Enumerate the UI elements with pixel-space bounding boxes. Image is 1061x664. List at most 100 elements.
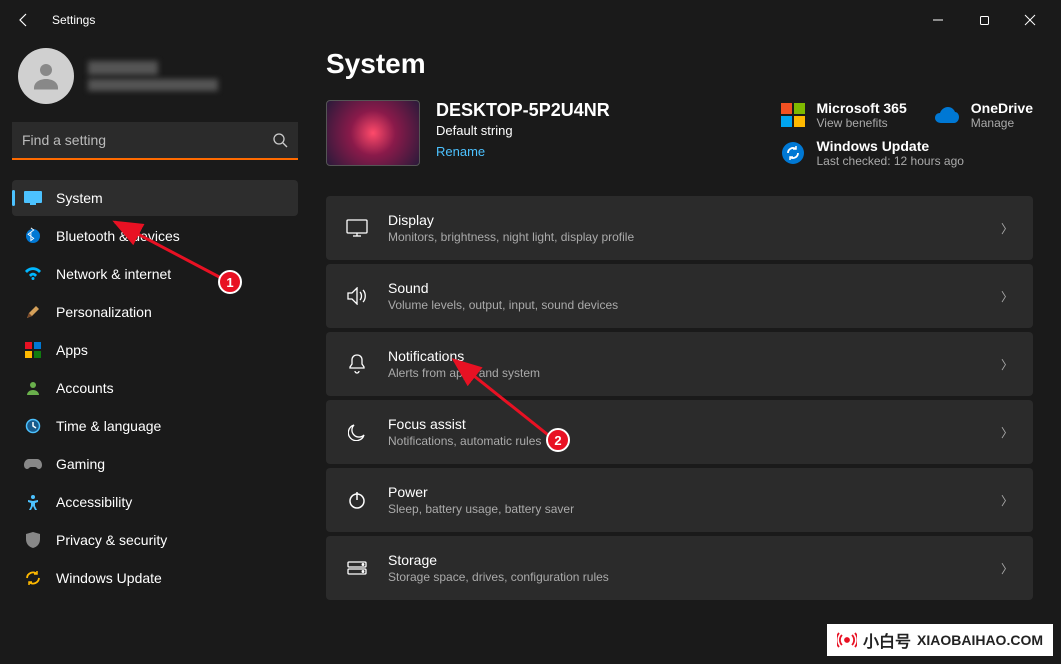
watermark-cn: 小白号 xyxy=(863,628,911,652)
device-image xyxy=(326,100,420,166)
setting-display[interactable]: Display Monitors, brightness, night light… xyxy=(326,196,1033,260)
chevron-right-icon: 〉 xyxy=(1001,356,1013,373)
shield-icon xyxy=(24,531,42,549)
search-input[interactable] xyxy=(12,122,298,160)
setting-desc: Storage space, drives, configuration rul… xyxy=(388,570,609,584)
display-icon xyxy=(346,217,368,239)
chevron-right-icon: 〉 xyxy=(1001,560,1013,577)
chevron-right-icon: 〉 xyxy=(1001,492,1013,509)
watermark-footer: 小白号 XIAOBAIHAO.COM xyxy=(827,624,1053,656)
tile-title: Microsoft 365 xyxy=(817,100,907,116)
nav-label: System xyxy=(56,190,103,206)
tile-sub: Last checked: 12 hours ago xyxy=(817,154,964,168)
setting-title: Notifications xyxy=(388,348,540,364)
back-button[interactable] xyxy=(8,4,40,36)
nav-system[interactable]: System xyxy=(12,180,298,216)
nav-network[interactable]: Network & internet xyxy=(12,256,298,292)
search-box[interactable] xyxy=(12,122,298,160)
device-name: DESKTOP-5P2U4NR xyxy=(436,100,610,121)
nav-bluetooth[interactable]: Bluetooth & devices xyxy=(12,218,298,254)
setting-notifications[interactable]: Notifications Alerts from apps and system… xyxy=(326,332,1033,396)
setting-title: Focus assist xyxy=(388,416,541,432)
nav-accessibility[interactable]: Accessibility xyxy=(12,484,298,520)
nav-list: System Bluetooth & devices Network & int… xyxy=(12,180,298,596)
nav-label: Accessibility xyxy=(56,494,132,510)
profile-section[interactable] xyxy=(12,48,298,104)
settings-list: Display Monitors, brightness, night light… xyxy=(326,196,1033,600)
nav-personalization[interactable]: Personalization xyxy=(12,294,298,330)
sync-icon xyxy=(781,141,805,165)
clock-icon xyxy=(24,417,42,435)
moon-icon xyxy=(346,421,368,443)
accessibility-icon xyxy=(24,493,42,511)
setting-title: Sound xyxy=(388,280,618,296)
page-title: System xyxy=(326,48,1033,80)
setting-title: Power xyxy=(388,484,574,500)
apps-icon xyxy=(24,341,42,359)
tile-onedrive[interactable]: OneDriveManage xyxy=(935,100,1033,130)
content-pane: System DESKTOP-5P2U4NR Default string Re… xyxy=(310,40,1061,664)
minimize-button[interactable] xyxy=(915,4,961,36)
tile-microsoft365[interactable]: Microsoft 365View benefits xyxy=(781,100,907,130)
search-icon xyxy=(272,132,288,148)
setting-title: Display xyxy=(388,212,634,228)
sidebar: System Bluetooth & devices Network & int… xyxy=(0,40,310,664)
wifi-icon xyxy=(24,265,42,283)
close-button[interactable] xyxy=(1007,4,1053,36)
chevron-right-icon: 〉 xyxy=(1001,288,1013,305)
bell-icon xyxy=(346,353,368,375)
broadcast-icon xyxy=(837,630,857,650)
watermark-en: XIAOBAIHAO.COM xyxy=(917,632,1043,648)
nav-label: Bluetooth & devices xyxy=(56,228,180,244)
setting-desc: Monitors, brightness, night light, displ… xyxy=(388,230,634,244)
nav-accounts[interactable]: Accounts xyxy=(12,370,298,406)
tile-title: Windows Update xyxy=(817,138,964,154)
power-icon xyxy=(346,489,368,511)
onedrive-icon xyxy=(935,103,959,127)
annotation-badge-1: 1 xyxy=(218,270,242,294)
tile-sub: Manage xyxy=(971,116,1033,130)
device-header: DESKTOP-5P2U4NR Default string Rename Mi… xyxy=(326,100,1033,168)
nav-label: Personalization xyxy=(56,304,152,320)
person-icon xyxy=(24,379,42,397)
sound-icon xyxy=(346,285,368,307)
nav-update[interactable]: Windows Update xyxy=(12,560,298,596)
nav-label: Windows Update xyxy=(56,570,162,586)
tile-windows-update[interactable]: Windows UpdateLast checked: 12 hours ago xyxy=(781,138,1034,168)
setting-desc: Notifications, automatic rules xyxy=(388,434,541,448)
profile-text xyxy=(88,61,218,91)
avatar xyxy=(18,48,74,104)
nav-privacy[interactable]: Privacy & security xyxy=(12,522,298,558)
paintbrush-icon xyxy=(24,303,42,321)
nav-label: Network & internet xyxy=(56,266,171,282)
rename-link[interactable]: Rename xyxy=(436,144,485,159)
maximize-button[interactable] xyxy=(961,4,1007,36)
setting-desc: Volume levels, output, input, sound devi… xyxy=(388,298,618,312)
setting-power[interactable]: Power Sleep, battery usage, battery saver… xyxy=(326,468,1033,532)
storage-icon xyxy=(346,557,368,579)
setting-sound[interactable]: Sound Volume levels, output, input, sound… xyxy=(326,264,1033,328)
annotation-badge-2: 2 xyxy=(546,428,570,452)
gaming-icon xyxy=(24,455,42,473)
window-title: Settings xyxy=(52,13,95,27)
nav-time[interactable]: Time & language xyxy=(12,408,298,444)
nav-label: Gaming xyxy=(56,456,105,472)
titlebar: Settings xyxy=(0,0,1061,40)
nav-apps[interactable]: Apps xyxy=(12,332,298,368)
setting-desc: Alerts from apps and system xyxy=(388,366,540,380)
chevron-right-icon: 〉 xyxy=(1001,220,1013,237)
nav-label: Privacy & security xyxy=(56,532,167,548)
device-sub: Default string xyxy=(436,123,610,138)
setting-desc: Sleep, battery usage, battery saver xyxy=(388,502,574,516)
setting-title: Storage xyxy=(388,552,609,568)
nav-label: Apps xyxy=(56,342,88,358)
system-icon xyxy=(24,189,42,207)
tile-sub: View benefits xyxy=(817,116,907,130)
tile-title: OneDrive xyxy=(971,100,1033,116)
setting-storage[interactable]: Storage Storage space, drives, configurat… xyxy=(326,536,1033,600)
nav-gaming[interactable]: Gaming xyxy=(12,446,298,482)
update-icon xyxy=(24,569,42,587)
nav-label: Accounts xyxy=(56,380,114,396)
setting-focus[interactable]: Focus assist Notifications, automatic rul… xyxy=(326,400,1033,464)
chevron-right-icon: 〉 xyxy=(1001,424,1013,441)
